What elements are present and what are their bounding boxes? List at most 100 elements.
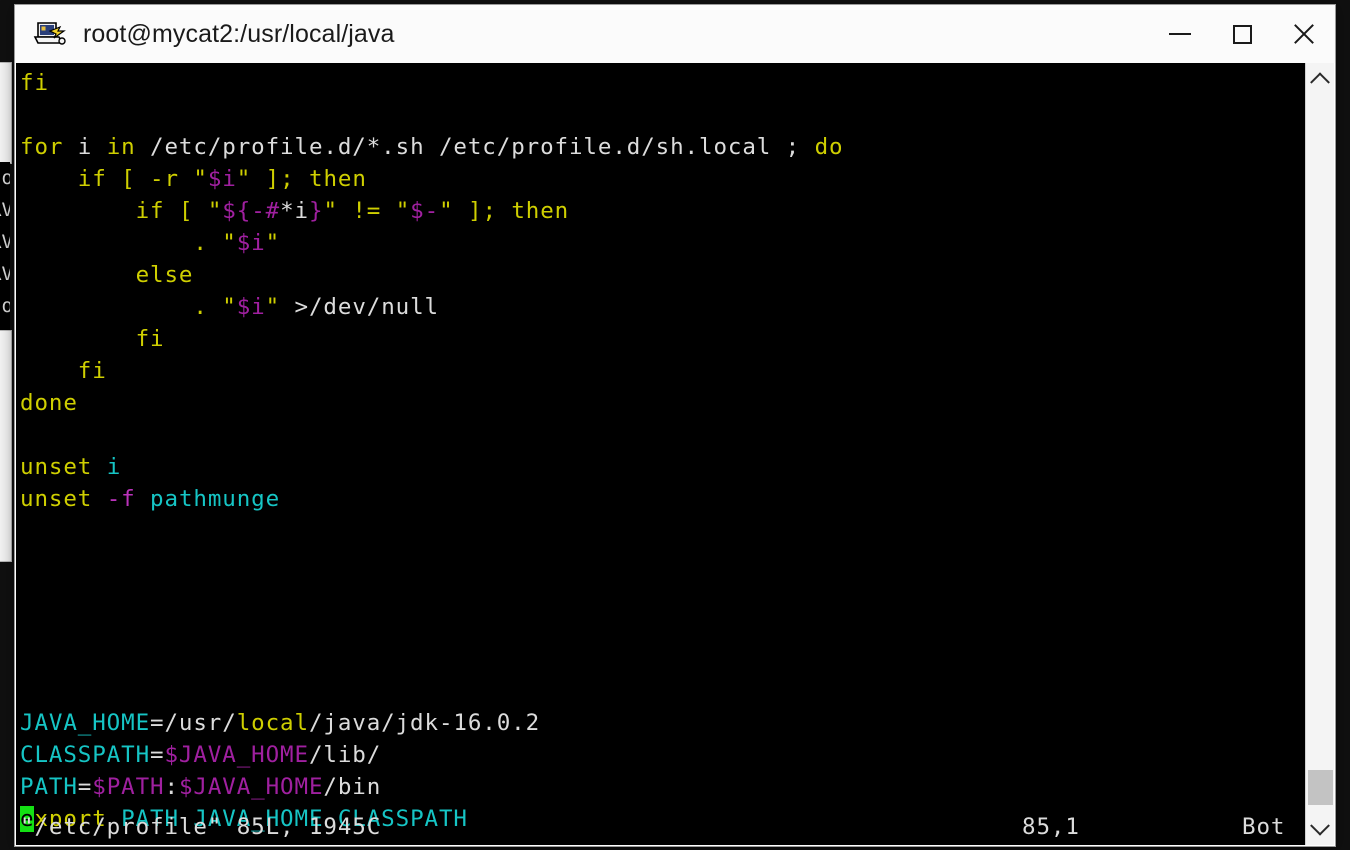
- terminal-scrollbar[interactable]: [1305, 63, 1334, 845]
- terminal-text: ${-#: [222, 198, 281, 224]
- terminal-text: .: [193, 230, 208, 256]
- terminal-text: ": [222, 294, 237, 320]
- terminal-line: JAVA_HOME=/usr/local/java/jdk-16.0.2: [20, 707, 1306, 739]
- terminal-text: $i: [236, 294, 266, 320]
- terminal-line: unset i: [20, 451, 1306, 483]
- terminal-text: $JAVA_HOME: [178, 774, 324, 800]
- terminal-text: -f: [106, 486, 136, 512]
- terminal-line: CLASSPATH=$JAVA_HOME/lib/: [20, 739, 1306, 771]
- terminal-text: if: [135, 198, 165, 224]
- scroll-up-button[interactable]: [1306, 63, 1334, 93]
- terminal-text: fi: [77, 358, 107, 384]
- terminal-text: local: [236, 710, 309, 736]
- window-titlebar[interactable]: root@mycat2:/usr/local/java: [15, 5, 1335, 63]
- terminal-text: ;: [482, 198, 497, 224]
- terminal-text: /lib/: [308, 742, 382, 768]
- terminal-text: i: [63, 134, 107, 160]
- status-cursor-position: 85,1: [1022, 814, 1080, 840]
- background-window-chrome-top[interactable]: [0, 62, 12, 164]
- terminal-text: ": [323, 198, 338, 224]
- vim-buffer[interactable]: fi for i in /etc/profile.d/*.sh /etc/pro…: [20, 67, 1306, 835]
- terminal-text: /bin: [323, 774, 382, 800]
- terminal-text: unset: [20, 454, 93, 480]
- scroll-down-button[interactable]: [1306, 815, 1334, 845]
- terminal-text: $PATH: [92, 774, 165, 800]
- terminal-text: fi: [135, 326, 165, 352]
- background-window-terminal[interactable]: to RV RV RV to: [0, 162, 10, 330]
- background-terminal-line: RV: [0, 199, 10, 221]
- vim-status-line: "/etc/profile" 85L, 1945C 85,1 Bot: [20, 811, 1306, 843]
- terminal-text: ]: [467, 198, 483, 224]
- terminal-line: . "$i" >/dev/null: [20, 291, 1306, 323]
- background-window-text: to RV RV RV to: [0, 162, 10, 322]
- terminal-text: >/dev/null: [294, 294, 439, 320]
- background-terminal-line: to: [0, 295, 10, 317]
- terminal-text: =: [150, 742, 165, 768]
- terminal-text: JAVA_HOME: [20, 710, 151, 736]
- terminal-text: $i: [236, 230, 266, 256]
- terminal-line: fi: [20, 67, 1306, 99]
- maximize-button[interactable]: [1211, 5, 1273, 63]
- terminal-text: -r: [135, 166, 194, 192]
- scrollbar-thumb[interactable]: [1308, 770, 1333, 805]
- close-button[interactable]: [1273, 5, 1335, 63]
- terminal-text: fi: [20, 70, 49, 96]
- terminal-screen[interactable]: fi for i in /etc/profile.d/*.sh /etc/pro…: [16, 63, 1306, 845]
- terminal-text: $JAVA_HOME: [164, 742, 309, 768]
- terminal-text: ": [236, 166, 252, 192]
- minimize-button[interactable]: [1149, 5, 1211, 63]
- terminal-line: else: [20, 259, 1306, 291]
- terminal-text: if: [77, 166, 107, 192]
- terminal-text: [: [121, 166, 136, 192]
- terminal-line: . "$i": [20, 227, 1306, 259]
- terminal-text: /java/jdk-16.0.2: [308, 710, 541, 736]
- chevron-up-icon: [1310, 72, 1330, 93]
- terminal-text: then: [496, 198, 570, 224]
- minimize-icon: [1169, 33, 1191, 35]
- terminal-text: !=: [352, 198, 382, 224]
- terminal-text: ": [395, 198, 411, 224]
- background-terminal-line: RV: [0, 263, 10, 285]
- terminal-text: ]: [265, 166, 281, 192]
- status-filename: "/etc/profile" 85L, 1945C: [20, 814, 382, 840]
- background-terminal-line: to: [0, 167, 10, 189]
- terminal-text: [: [178, 198, 194, 224]
- terminal-text: in: [106, 134, 136, 160]
- background-terminal-line: RV: [0, 231, 10, 253]
- putty-terminal-window[interactable]: root@mycat2:/usr/local/java fi for i in …: [14, 4, 1336, 847]
- terminal-text: *: [280, 198, 295, 224]
- terminal-line: if [ -r "$i" ]; then: [20, 163, 1306, 195]
- terminal-text: do: [800, 134, 844, 160]
- terminal-line: for i in /etc/profile.d/*.sh /etc/profil…: [20, 131, 1306, 163]
- terminal-text: i: [106, 454, 122, 480]
- terminal-text: ;: [280, 166, 295, 192]
- maximize-icon: [1232, 24, 1252, 44]
- terminal-text: =: [77, 774, 93, 800]
- background-window-chrome-bottom[interactable]: [0, 330, 12, 562]
- terminal-line: fi: [20, 355, 1306, 387]
- terminal-text: ": [207, 198, 223, 224]
- close-icon: [1291, 21, 1317, 47]
